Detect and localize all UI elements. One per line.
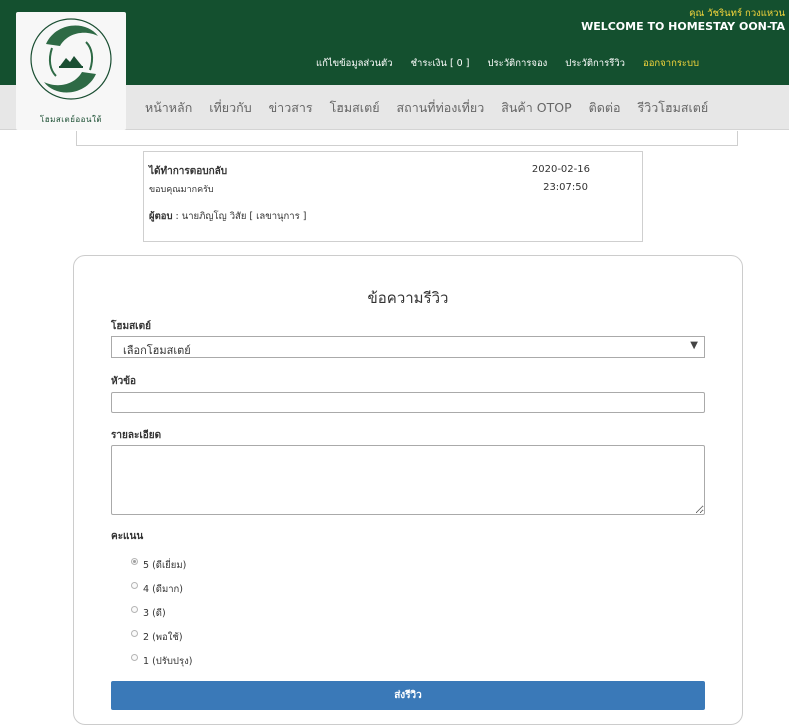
rating-option-1[interactable]: 1 (ปรับปรุง)	[131, 649, 192, 673]
payment-link[interactable]: ชำระเงิน [ 0 ]	[411, 56, 470, 71]
reply-author-label: ผู้ตอบ	[149, 211, 173, 222]
review-form: ข้อความรีวิว โฮมสเตย์ เลือกโฮมสเตย์ ▼ หั…	[73, 255, 743, 725]
logo-text: โฮมสเตย์ออนใต้	[39, 115, 103, 124]
nav-item-reviews[interactable]: รีวิวโฮมสเตย์	[638, 98, 709, 118]
nav-item-news[interactable]: ข่าวสาร	[269, 98, 313, 118]
homestay-label: โฮมสเตย์	[111, 321, 151, 332]
radio-button[interactable]	[131, 581, 138, 589]
rating-label: คะแนน	[111, 531, 144, 542]
reply-time: 23:07:50	[543, 182, 588, 193]
rating-option-5[interactable]: 5 (ดีเยี่ยม)	[131, 553, 192, 577]
previous-review-box	[76, 131, 738, 146]
reply-author: ผู้ตอบ : นายภิญโญ วิสัย [ เลขานุการ ]	[149, 209, 306, 224]
rating-option-label: 1 (ปรับปรุง)	[143, 655, 193, 667]
homestay-select-value: เลือกโฮมสเตย์	[123, 344, 191, 357]
radio-button[interactable]	[131, 605, 138, 613]
rating-option-label: 2 (พอใช้)	[143, 631, 183, 643]
rating-options: 5 (ดีเยี่ยม) 4 (ดีมาก) 3 (ดี) 2 (พอใช้) …	[131, 553, 192, 673]
chevron-down-icon: ▼	[690, 340, 698, 351]
rating-option-label: 5 (ดีเยี่ยม)	[143, 559, 187, 571]
review-history-link[interactable]: ประวัติการรีวิว	[565, 56, 625, 71]
rating-option-2[interactable]: 2 (พอใช้)	[131, 625, 192, 649]
logout-link[interactable]: ออกจากระบบ	[643, 56, 699, 71]
rating-option-label: 3 (ดี)	[143, 607, 166, 619]
nav-item-about[interactable]: เที่ยวกับ	[209, 98, 251, 118]
site-logo[interactable]: โฮมสเตย์ออนใต้	[16, 12, 126, 130]
reply-author-value: : นายภิญโญ วิสัย [ เลขานุการ ]	[172, 211, 307, 222]
welcome-user-name: คุณ วัชรินทร์ กวงแหวน	[689, 8, 785, 19]
user-menu: แก้ไขข้อมูลส่วนตัว ชำระเงิน [ 0 ] ประวัต…	[316, 56, 699, 71]
nav-item-otop[interactable]: สินค้า OTOP	[501, 98, 571, 118]
reply-message: ขอบคุณมากครับ	[149, 185, 214, 195]
homestay-select[interactable]: เลือกโฮมสเตย์ ▼	[111, 336, 705, 358]
fish-logo-icon	[30, 18, 112, 100]
form-title: ข้อความรีวิว	[367, 289, 449, 307]
nav-item-attractions[interactable]: สถานที่ท่องเที่ยว	[397, 98, 485, 118]
radio-button[interactable]	[131, 629, 138, 637]
radio-button[interactable]	[131, 557, 138, 565]
rating-option-3[interactable]: 3 (ดี)	[131, 601, 192, 625]
subject-input[interactable]	[111, 392, 705, 413]
nav-item-homestay[interactable]: โฮมสเตย์	[330, 98, 380, 118]
reply-date: 2020-02-16	[531, 164, 590, 175]
detail-textarea[interactable]	[111, 445, 705, 515]
reply-card: ได้ทำการตอบกลับ ขอบคุณมากครับ 2020-02-16…	[143, 151, 643, 242]
nav-item-home[interactable]: หน้าหลัก	[145, 98, 192, 118]
reply-title: ได้ทำการตอบกลับ	[149, 166, 228, 177]
booking-history-link[interactable]: ประวัติการจอง	[487, 56, 547, 71]
welcome-title: WELCOME TO HOMESTAY OON-TA	[581, 20, 785, 33]
rating-option-4[interactable]: 4 (ดีมาก)	[131, 577, 192, 601]
edit-profile-link[interactable]: แก้ไขข้อมูลส่วนตัว	[316, 56, 393, 71]
rating-option-label: 4 (ดีมาก)	[143, 583, 183, 595]
subject-label: หัวข้อ	[111, 376, 137, 387]
detail-label: รายละเอียด	[111, 430, 162, 441]
submit-review-button[interactable]: ส่งรีวิว	[111, 681, 705, 710]
nav-item-contact[interactable]: ติดต่อ	[589, 98, 621, 118]
radio-button[interactable]	[131, 653, 138, 661]
